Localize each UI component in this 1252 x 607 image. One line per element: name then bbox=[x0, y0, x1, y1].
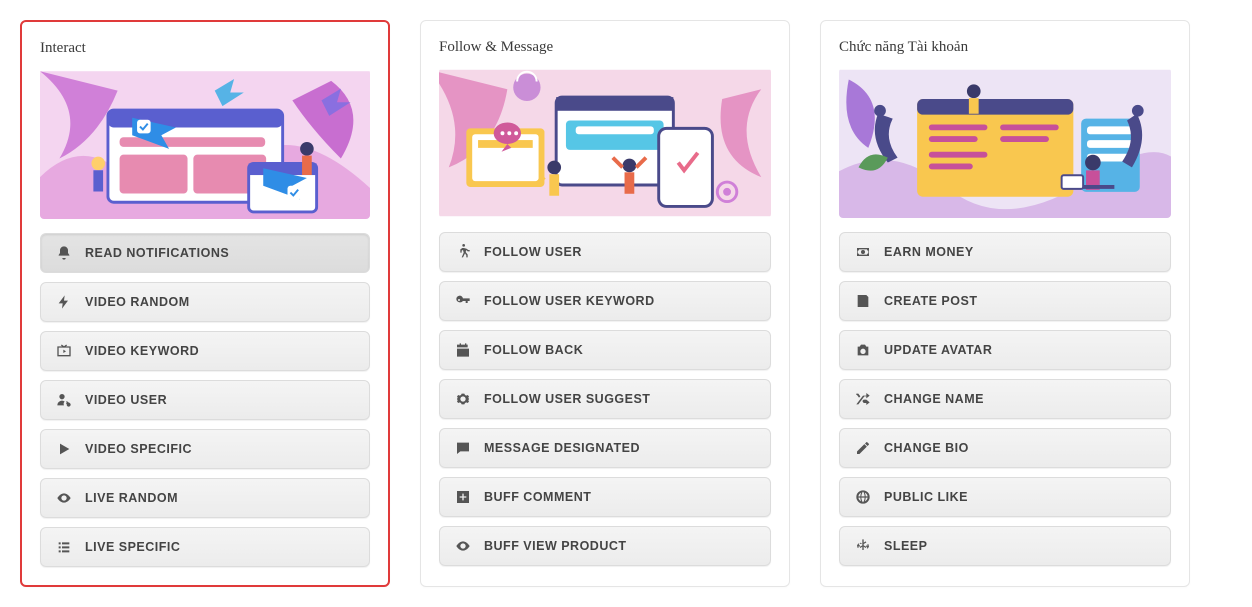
action-label: CREATE POST bbox=[884, 294, 1156, 308]
user-gear-icon bbox=[55, 391, 73, 409]
action-label: PUBLIC LIKE bbox=[884, 490, 1156, 504]
action-label: LIVE RANDOM bbox=[85, 491, 355, 505]
eye-icon bbox=[55, 489, 73, 507]
action-button[interactable]: CREATE POST bbox=[839, 281, 1171, 321]
action-label: VIDEO KEYWORD bbox=[85, 344, 355, 358]
action-label: SLEEP bbox=[884, 539, 1156, 553]
eye-icon bbox=[454, 537, 472, 555]
plus-square-icon bbox=[454, 488, 472, 506]
action-button[interactable]: BUFF COMMENT bbox=[439, 477, 771, 517]
card-title: Interact bbox=[40, 40, 370, 57]
action-button[interactable]: PUBLIC LIKE bbox=[839, 477, 1171, 517]
action-button[interactable]: CHANGE NAME bbox=[839, 379, 1171, 419]
snowflake-icon bbox=[854, 537, 872, 555]
action-label: VIDEO RANDOM bbox=[85, 295, 355, 309]
card-title: Chức năng Tài khoản bbox=[839, 39, 1171, 56]
bolt-icon bbox=[55, 293, 73, 311]
action-button[interactable]: EARN MONEY bbox=[839, 232, 1171, 272]
action-label: FOLLOW USER bbox=[484, 245, 756, 259]
bell-icon bbox=[55, 244, 73, 262]
feature-card: Chức năng Tài khoản EARN MONEY CREATE POS… bbox=[820, 20, 1190, 587]
action-label: FOLLOW USER KEYWORD bbox=[484, 294, 756, 308]
feature-card: Interact READ NOTIFICATIONS VIDEO RANDOM V… bbox=[20, 20, 390, 587]
money-icon bbox=[854, 243, 872, 261]
shuffle-icon bbox=[854, 390, 872, 408]
cards-container: Interact READ NOTIFICATIONS VIDEO RANDOM V… bbox=[20, 20, 1232, 587]
walk-icon bbox=[454, 243, 472, 261]
action-button[interactable]: MESSAGE DESIGNATED bbox=[439, 428, 771, 468]
feature-card: Follow & Message FOLL bbox=[420, 20, 790, 587]
action-button[interactable]: SLEEP bbox=[839, 526, 1171, 566]
action-button[interactable]: VIDEO RANDOM bbox=[40, 282, 370, 322]
gear-icon bbox=[454, 390, 472, 408]
card-illustration bbox=[439, 68, 771, 218]
action-list: READ NOTIFICATIONS VIDEO RANDOM VIDEO KEYW… bbox=[40, 233, 370, 567]
action-label: CHANGE BIO bbox=[884, 441, 1156, 455]
camera-icon bbox=[854, 341, 872, 359]
action-list: EARN MONEY CREATE POST UPDATE AVATAR CHANGE… bbox=[839, 232, 1171, 566]
action-label: READ NOTIFICATIONS bbox=[85, 246, 355, 260]
action-label: BUFF VIEW PRODUCT bbox=[484, 539, 756, 553]
action-label: UPDATE AVATAR bbox=[884, 343, 1156, 357]
action-button[interactable]: BUFF VIEW PRODUCT bbox=[439, 526, 771, 566]
message-icon bbox=[454, 439, 472, 457]
action-label: VIDEO SPECIFIC bbox=[85, 442, 355, 456]
tv-icon bbox=[55, 342, 73, 360]
action-label: FOLLOW BACK bbox=[484, 343, 756, 357]
action-label: MESSAGE DESIGNATED bbox=[484, 441, 756, 455]
action-label: EARN MONEY bbox=[884, 245, 1156, 259]
action-button[interactable]: VIDEO SPECIFIC bbox=[40, 429, 370, 469]
card-illustration bbox=[40, 69, 370, 219]
action-button[interactable]: FOLLOW USER bbox=[439, 232, 771, 272]
list-icon bbox=[55, 538, 73, 556]
action-button[interactable]: VIDEO USER bbox=[40, 380, 370, 420]
action-button[interactable]: FOLLOW USER KEYWORD bbox=[439, 281, 771, 321]
action-button[interactable]: VIDEO KEYWORD bbox=[40, 331, 370, 371]
action-button[interactable]: FOLLOW USER SUGGEST bbox=[439, 379, 771, 419]
card-title: Follow & Message bbox=[439, 39, 771, 56]
action-button[interactable]: LIVE RANDOM bbox=[40, 478, 370, 518]
play-icon bbox=[55, 440, 73, 458]
action-list: FOLLOW USER FOLLOW USER KEYWORD FOLLOW BAC… bbox=[439, 232, 771, 566]
calendar-icon bbox=[454, 341, 472, 359]
key-icon bbox=[454, 292, 472, 310]
action-label: CHANGE NAME bbox=[884, 392, 1156, 406]
action-button[interactable]: FOLLOW BACK bbox=[439, 330, 771, 370]
pencil-icon bbox=[854, 439, 872, 457]
action-button[interactable]: READ NOTIFICATIONS bbox=[40, 233, 370, 273]
action-button[interactable]: CHANGE BIO bbox=[839, 428, 1171, 468]
globe-icon bbox=[854, 488, 872, 506]
action-button[interactable]: LIVE SPECIFIC bbox=[40, 527, 370, 567]
action-label: FOLLOW USER SUGGEST bbox=[484, 392, 756, 406]
action-label: VIDEO USER bbox=[85, 393, 355, 407]
card-illustration bbox=[839, 68, 1171, 218]
action-label: BUFF COMMENT bbox=[484, 490, 756, 504]
action-label: LIVE SPECIFIC bbox=[85, 540, 355, 554]
post-icon bbox=[854, 292, 872, 310]
action-button[interactable]: UPDATE AVATAR bbox=[839, 330, 1171, 370]
